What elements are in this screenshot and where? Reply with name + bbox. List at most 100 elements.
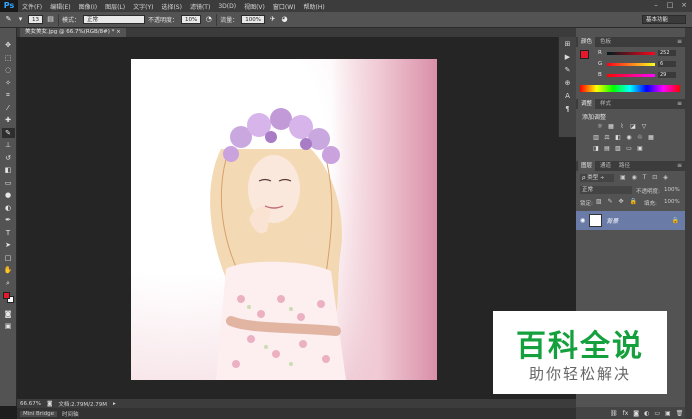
path-select-tool-icon[interactable]: ➤ [2,240,15,250]
brightness-icon[interactable]: ☼ [596,123,604,130]
brush-panel-icon[interactable]: ▤ [46,15,55,24]
posterize-icon[interactable]: ▤ [603,145,611,152]
color-balance-icon[interactable]: ⚖ [603,134,611,141]
clone-source-icon[interactable]: ⊕ [562,79,573,88]
green-value[interactable]: 6 [658,61,676,67]
tab-mini-bridge[interactable]: Mini Bridge [20,410,57,417]
selective-color-icon[interactable]: ▣ [636,145,644,152]
actions-panel-icon[interactable]: ▶ [562,53,573,62]
stamp-tool-icon[interactable]: ⊥ [2,140,15,150]
green-track[interactable] [607,62,655,66]
menu-view[interactable]: 视图(V) [240,2,269,11]
color-fg-swatch[interactable] [580,50,589,59]
gradient-map-icon[interactable]: ▭ [625,145,633,152]
minimize-button[interactable]: – [650,1,662,10]
new-layer-icon[interactable]: ▣ [665,410,671,417]
menu-filter[interactable]: 滤镜(T) [186,2,214,11]
panel-menu-icon[interactable]: ≡ [677,161,682,171]
status-menu-icon[interactable]: ◙ [47,401,52,407]
tab-color[interactable]: 颜色 [578,37,596,47]
tab-timeline[interactable]: 时间轴 [59,410,82,418]
lasso-tool-icon[interactable]: ◌ [2,65,15,75]
menu-help[interactable]: 帮助(H) [300,2,329,11]
type-tool-icon[interactable]: T [2,228,15,238]
quick-mask-icon[interactable]: ◙ [2,309,15,319]
crop-tool-icon[interactable]: ⌗ [2,90,15,100]
red-track[interactable] [607,51,655,55]
airbrush-icon[interactable]: ✈ [268,15,277,24]
invert-icon[interactable]: ◨ [592,145,600,152]
menu-type[interactable]: 文字(Y) [129,2,157,11]
tab-adjustments[interactable]: 调整 [578,99,596,109]
hue-saturation-icon[interactable]: ▥ [592,134,600,141]
opacity-input[interactable]: 10% [181,15,202,24]
layer-opacity-value[interactable]: 100% [664,187,680,193]
fill-value[interactable]: 100% [664,199,680,205]
blue-slider[interactable]: B 29 [598,72,680,78]
pressure-opacity-icon[interactable]: ◔ [204,15,213,24]
black-white-icon[interactable]: ◧ [614,134,622,141]
chevron-down-icon[interactable]: ▾ [16,15,25,24]
tab-layers[interactable]: 图层 [578,161,596,171]
eraser-tool-icon[interactable]: ◧ [2,165,15,175]
tab-swatches[interactable]: 色板 [597,37,614,47]
document-canvas[interactable] [131,59,437,380]
link-layers-icon[interactable]: ⛓ [610,410,618,417]
zoom-level[interactable]: 66.67% [20,401,41,407]
vibrance-icon[interactable]: ▽ [640,123,648,130]
menu-edit[interactable]: 编辑(E) [46,2,74,11]
color-swatches[interactable] [2,290,15,306]
tab-paths[interactable]: 路径 [616,161,633,171]
blend-mode-select[interactable]: 正常 [580,186,632,194]
menu-select[interactable]: 选择(S) [157,2,186,11]
red-value[interactable]: 252 [658,50,676,56]
brush-size-picker[interactable]: 13 [28,15,43,24]
color-lookup-icon[interactable]: ▦ [647,134,655,141]
brush-tool-icon[interactable]: ✎ [1,127,15,138]
blue-value[interactable]: 29 [658,72,676,78]
screen-mode-icon[interactable]: ▣ [2,321,15,331]
blue-track[interactable] [607,73,655,77]
layer-filter-select[interactable]: ρ 类型 ÷ [580,174,614,182]
layer-style-icon[interactable]: fx [623,410,629,417]
new-group-icon[interactable]: ▭ [654,410,660,417]
menu-3d[interactable]: 3D(D) [214,3,240,10]
menu-image[interactable]: 图像(I) [75,2,101,11]
green-slider[interactable]: G 6 [598,61,680,67]
delete-layer-icon[interactable]: 🗑 [676,410,684,417]
add-mask-icon[interactable]: ◙ [633,410,639,417]
eyedropper-tool-icon[interactable]: ⁄ [2,103,15,113]
shape-tool-icon[interactable]: □ [2,253,15,263]
history-panel-icon[interactable]: ⊞ [562,40,573,49]
panel-menu-icon[interactable]: ≡ [677,99,682,109]
new-adjustment-icon[interactable]: ◐ [644,410,649,417]
history-brush-tool-icon[interactable]: ↺ [2,153,15,163]
exposure-icon[interactable]: ◪ [629,123,637,130]
paragraph-panel-icon[interactable]: ¶ [562,105,573,114]
color-spectrum-bar[interactable] [580,85,680,92]
layer-row-background[interactable]: ◉ 背景 🔒 [576,211,685,230]
pen-tool-icon[interactable]: ✒ [2,215,15,225]
photo-filter-icon[interactable]: ◉ [625,134,633,141]
zoom-tool-icon[interactable]: ⌕ [2,278,15,288]
tab-channels[interactable]: 通道 [597,161,614,171]
menu-layer[interactable]: 图层(L) [101,2,129,11]
foreground-color-swatch[interactable] [2,292,10,299]
flow-input[interactable]: 100% [241,15,266,24]
menu-file[interactable]: 文件(F) [18,2,46,11]
channel-mixer-icon[interactable]: ♲ [636,134,644,141]
pressure-size-icon[interactable]: ◕ [280,15,289,24]
marquee-tool-icon[interactable]: ⬚ [2,53,15,63]
healing-tool-icon[interactable]: ✚ [2,115,15,125]
menu-window[interactable]: 窗口(W) [269,2,300,11]
move-tool-icon[interactable]: ✥ [2,40,15,50]
layer-name[interactable]: 背景 [606,216,618,225]
threshold-icon[interactable]: ▧ [614,145,622,152]
hand-tool-icon[interactable]: ✋ [2,265,15,275]
panel-scrollbar[interactable] [685,28,692,419]
dodge-tool-icon[interactable]: ◐ [2,203,15,213]
blur-tool-icon[interactable]: ● [2,190,15,200]
visibility-eye-icon[interactable]: ◉ [580,217,585,224]
layer-filter-icons[interactable]: ▣ ◉ T ⊡ ◈ [620,174,670,181]
tab-styles[interactable]: 样式 [597,99,614,109]
